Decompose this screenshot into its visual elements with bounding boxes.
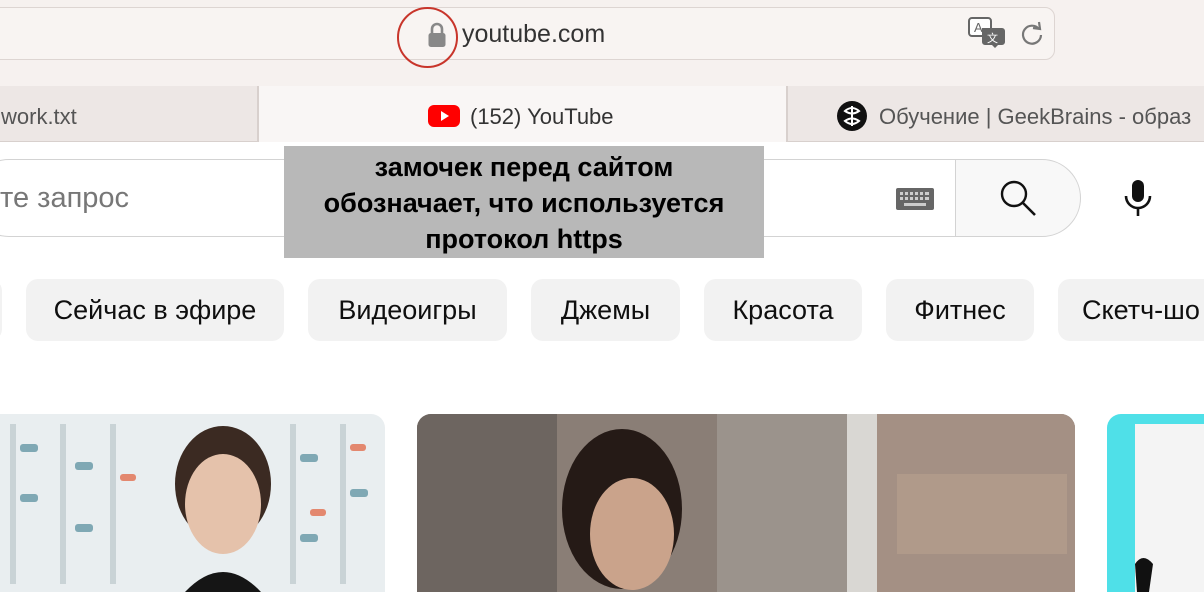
chip-videogames[interactable]: Видеоигры [308, 279, 507, 341]
chip-beauty[interactable]: Красота [704, 279, 862, 341]
reload-icon[interactable] [1019, 21, 1045, 47]
tab-geekbrains[interactable]: Обучение | GeekBrains - образ [787, 86, 1204, 142]
search-icon[interactable] [998, 178, 1038, 218]
chip-sketch-show[interactable]: Скетч-шо [1058, 279, 1204, 341]
annotation-line: протокол https [425, 224, 623, 254]
geekbrains-logo-icon [837, 101, 867, 131]
tab-bar: work.txt (152) YouTube Обучение | GeekBr… [0, 86, 1204, 142]
translate-icon[interactable]: A 文 [968, 17, 1006, 49]
chip-jams[interactable]: Джемы [531, 279, 680, 341]
keyboard-icon[interactable] [895, 187, 935, 211]
thumbnail-image [417, 414, 1075, 592]
chip-fitness[interactable]: Фитнес [886, 279, 1034, 341]
thumbnail-image [0, 414, 385, 592]
youtube-logo-icon [428, 105, 460, 127]
tab-label: work.txt [1, 104, 77, 129]
browser-toolbar: youtube.com A 文 [0, 0, 1204, 86]
video-thumbnail[interactable] [0, 414, 385, 592]
url-text[interactable]: youtube.com [462, 20, 605, 49]
thumbnail-image [1107, 414, 1204, 592]
chip-partial[interactable] [0, 279, 2, 341]
tab-youtube[interactable]: (152) YouTube [258, 86, 787, 142]
video-thumbnail[interactable] [1107, 414, 1204, 592]
tab-label: (152) YouTube [470, 104, 614, 129]
annotation-line: обозначает, что используется [323, 188, 725, 218]
search-placeholder: те запрос [0, 182, 130, 214]
mic-icon[interactable] [1122, 178, 1154, 218]
lock-highlight-circle [397, 7, 458, 68]
svg-text:文: 文 [987, 31, 998, 45]
tab-label: Обучение | GeekBrains - образ [879, 104, 1192, 129]
annotation-line: замочек перед сайтом [374, 152, 674, 182]
tab-work-txt[interactable]: work.txt [0, 86, 258, 142]
svg-text:A: A [974, 20, 983, 35]
annotation-callout: замочек перед сайтом обозначает, что исп… [284, 146, 764, 258]
chip-live[interactable]: Сейчас в эфире [26, 279, 284, 341]
video-thumbnail[interactable] [417, 414, 1075, 592]
